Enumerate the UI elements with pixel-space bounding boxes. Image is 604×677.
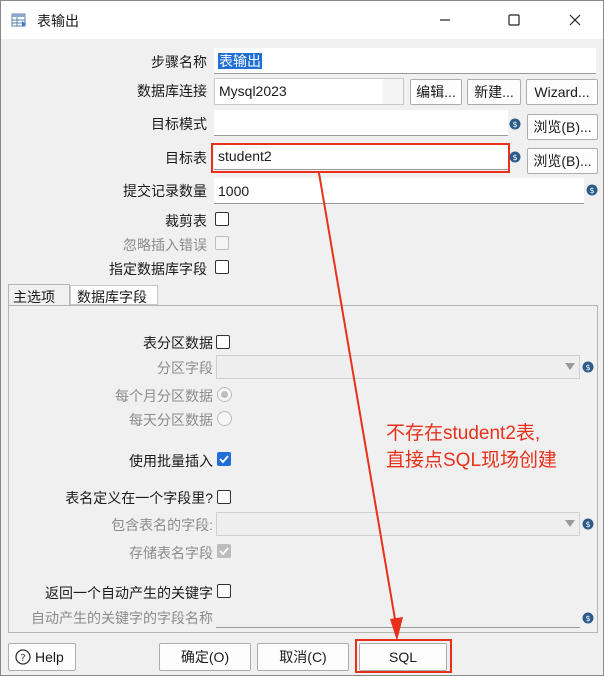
ignore-errors-label: 忽略插入错误 <box>123 237 207 253</box>
variable-icon: $ <box>582 361 594 373</box>
svg-text:$: $ <box>585 520 590 529</box>
ignore-errors-checkbox[interactable] <box>215 236 229 250</box>
maximize-icon <box>508 14 520 26</box>
return-key-label: 返回一个自动产生的关键字 <box>45 585 213 601</box>
partition-checkbox[interactable] <box>216 335 230 349</box>
target-schema-label: 目标模式 <box>151 116 207 132</box>
return-key-checkbox[interactable] <box>217 584 231 598</box>
edit-connection-button[interactable]: 编辑... <box>410 79 462 105</box>
variable-icon: $ <box>586 184 598 196</box>
new-connection-button[interactable]: 新建... <box>467 79 521 105</box>
specify-fields-label: 指定数据库字段 <box>109 261 207 277</box>
step-name-label: 步骤名称 <box>151 54 207 70</box>
step-name-input[interactable]: 表输出 <box>214 48 596 74</box>
browse-table-button[interactable]: 浏览(B)... <box>527 148 598 174</box>
commit-size-label: 提交记录数量 <box>123 183 207 199</box>
annotation-line-2: 直接点SQL现场创建 <box>386 450 558 471</box>
commit-size-input[interactable]: 1000 <box>214 178 584 204</box>
db-connection-value: Mysql2023 <box>219 83 287 99</box>
truncate-checkbox[interactable] <box>215 212 229 226</box>
table-name-in-field-label: 表名定义在一个字段里? <box>65 490 213 506</box>
table-name-in-field-checkbox[interactable] <box>217 490 231 504</box>
target-table-label: 目标表 <box>165 150 207 166</box>
checkmark-icon <box>219 547 229 556</box>
maximize-button[interactable] <box>491 1 537 39</box>
svg-text:$: $ <box>512 153 517 162</box>
batch-insert-label: 使用批量插入 <box>129 453 213 469</box>
browse-schema-button[interactable]: 浏览(B)... <box>527 114 598 140</box>
tab-db-fields[interactable]: 数据库字段 <box>70 285 158 305</box>
close-button[interactable] <box>552 1 598 39</box>
checkmark-icon <box>219 455 229 464</box>
tab-main[interactable]: 主选项 <box>8 284 70 306</box>
annotation-text: 不存在student2表, 直接点SQL现场创建 <box>386 420 596 474</box>
monthly-partition-label: 每个月分区数据 <box>115 388 213 404</box>
minimize-icon <box>440 19 450 21</box>
cancel-button[interactable]: 取消(C) <box>257 643 349 671</box>
close-icon <box>569 14 581 26</box>
wizard-button[interactable]: Wizard... <box>526 79 598 105</box>
partition-label: 表分区数据 <box>143 335 213 351</box>
daily-partition-radio[interactable] <box>217 411 232 426</box>
svg-text:?: ? <box>20 653 25 664</box>
tab-db-fields-label: 数据库字段 <box>77 289 147 305</box>
help-button-label: Help <box>35 649 64 665</box>
variable-icon: $ <box>509 118 521 130</box>
chevron-down-icon <box>565 520 575 527</box>
db-connection-dropdown-area <box>383 79 403 104</box>
table-name-field-label: 包含表名的字段: <box>111 517 213 533</box>
table-output-icon <box>11 13 26 27</box>
svg-text:$: $ <box>585 614 590 623</box>
svg-text:$: $ <box>589 186 594 195</box>
help-icon: ? <box>15 649 31 665</box>
chevron-down-icon <box>565 363 575 370</box>
annotation-line-1: 不存在student2表, <box>386 423 541 444</box>
variable-icon: $ <box>509 151 521 163</box>
partition-field-label: 分区字段 <box>157 360 213 376</box>
key-field-name-input[interactable] <box>216 604 580 628</box>
table-name-field-select[interactable] <box>216 512 580 536</box>
minimize-button[interactable] <box>422 1 468 39</box>
partition-field-select[interactable] <box>216 355 580 379</box>
svg-text:$: $ <box>585 363 590 372</box>
window-title: 表输出 <box>37 13 79 29</box>
key-field-name-label: 自动产生的关键字的字段名称 <box>31 610 213 626</box>
svg-text:$: $ <box>512 120 517 129</box>
db-connection-select[interactable]: Mysql2023 <box>214 78 404 105</box>
monthly-partition-radio[interactable] <box>217 387 232 402</box>
store-table-name-label: 存储表名字段 <box>129 545 213 561</box>
specify-fields-checkbox[interactable] <box>215 260 229 274</box>
store-table-name-checkbox[interactable] <box>217 544 231 558</box>
db-connection-label: 数据库连接 <box>137 83 207 99</box>
truncate-label: 裁剪表 <box>165 213 207 229</box>
tab-main-label: 主选项 <box>13 289 55 305</box>
variable-icon: $ <box>582 518 594 530</box>
step-name-value: 表输出 <box>218 53 262 69</box>
ok-button[interactable]: 确定(O) <box>159 643 251 671</box>
target-table-highlight <box>211 143 510 173</box>
title-bar: 表输出 <box>1 1 603 39</box>
batch-insert-checkbox[interactable] <box>217 452 231 466</box>
variable-icon: $ <box>582 612 594 624</box>
dialog-window: 表输出 步骤名称 表输出 数据库连接 Mysql2023 编辑... 新建...… <box>0 0 604 676</box>
sql-button-highlight <box>355 639 452 673</box>
target-schema-input[interactable] <box>214 110 508 136</box>
help-button[interactable]: ? Help <box>8 643 76 671</box>
daily-partition-label: 每天分区数据 <box>129 412 213 428</box>
